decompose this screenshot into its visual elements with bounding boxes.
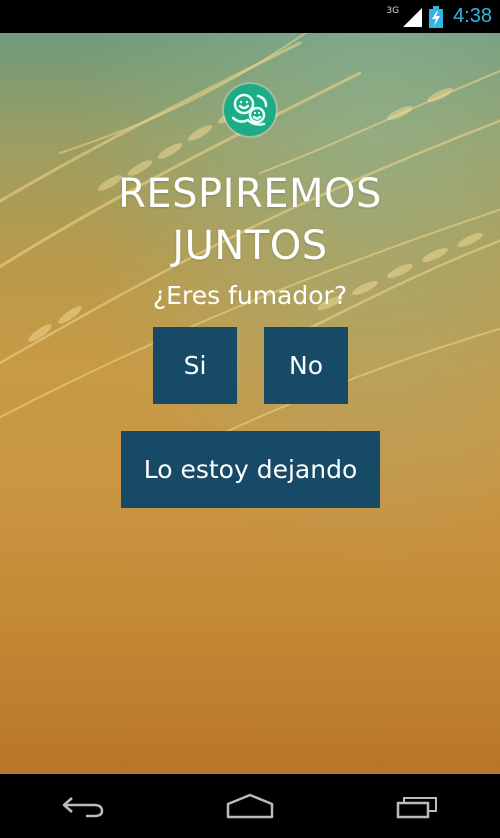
app-screen: RESPIREMOS JUNTOS ¿Eres fumador? Si No L… xyxy=(0,33,500,774)
app-title-line1: RESPIREMOS xyxy=(118,171,382,217)
app-logo xyxy=(224,84,276,136)
yes-button[interactable]: Si xyxy=(153,327,237,404)
back-icon xyxy=(63,797,104,818)
navigation-bar xyxy=(0,774,500,838)
status-bar: 3G 4:38 xyxy=(0,0,500,33)
smoker-question: ¿Eres fumador? xyxy=(152,281,348,310)
app-title-line2: JUNTOS xyxy=(172,223,328,269)
wheat-background-image xyxy=(0,33,500,774)
home-icon xyxy=(226,793,274,819)
recents-icon xyxy=(396,797,437,819)
home-button[interactable] xyxy=(220,786,280,826)
clock: 4:38 xyxy=(453,5,492,27)
no-button[interactable]: No xyxy=(264,327,348,404)
smiley-faces-icon xyxy=(231,93,268,126)
signal-icon xyxy=(403,7,423,27)
battery-charging-icon xyxy=(429,5,444,28)
recents-button[interactable] xyxy=(387,786,447,826)
network-type: 3G xyxy=(386,5,400,16)
back-button[interactable] xyxy=(53,786,113,826)
quitting-button[interactable]: Lo estoy dejando xyxy=(121,431,380,508)
